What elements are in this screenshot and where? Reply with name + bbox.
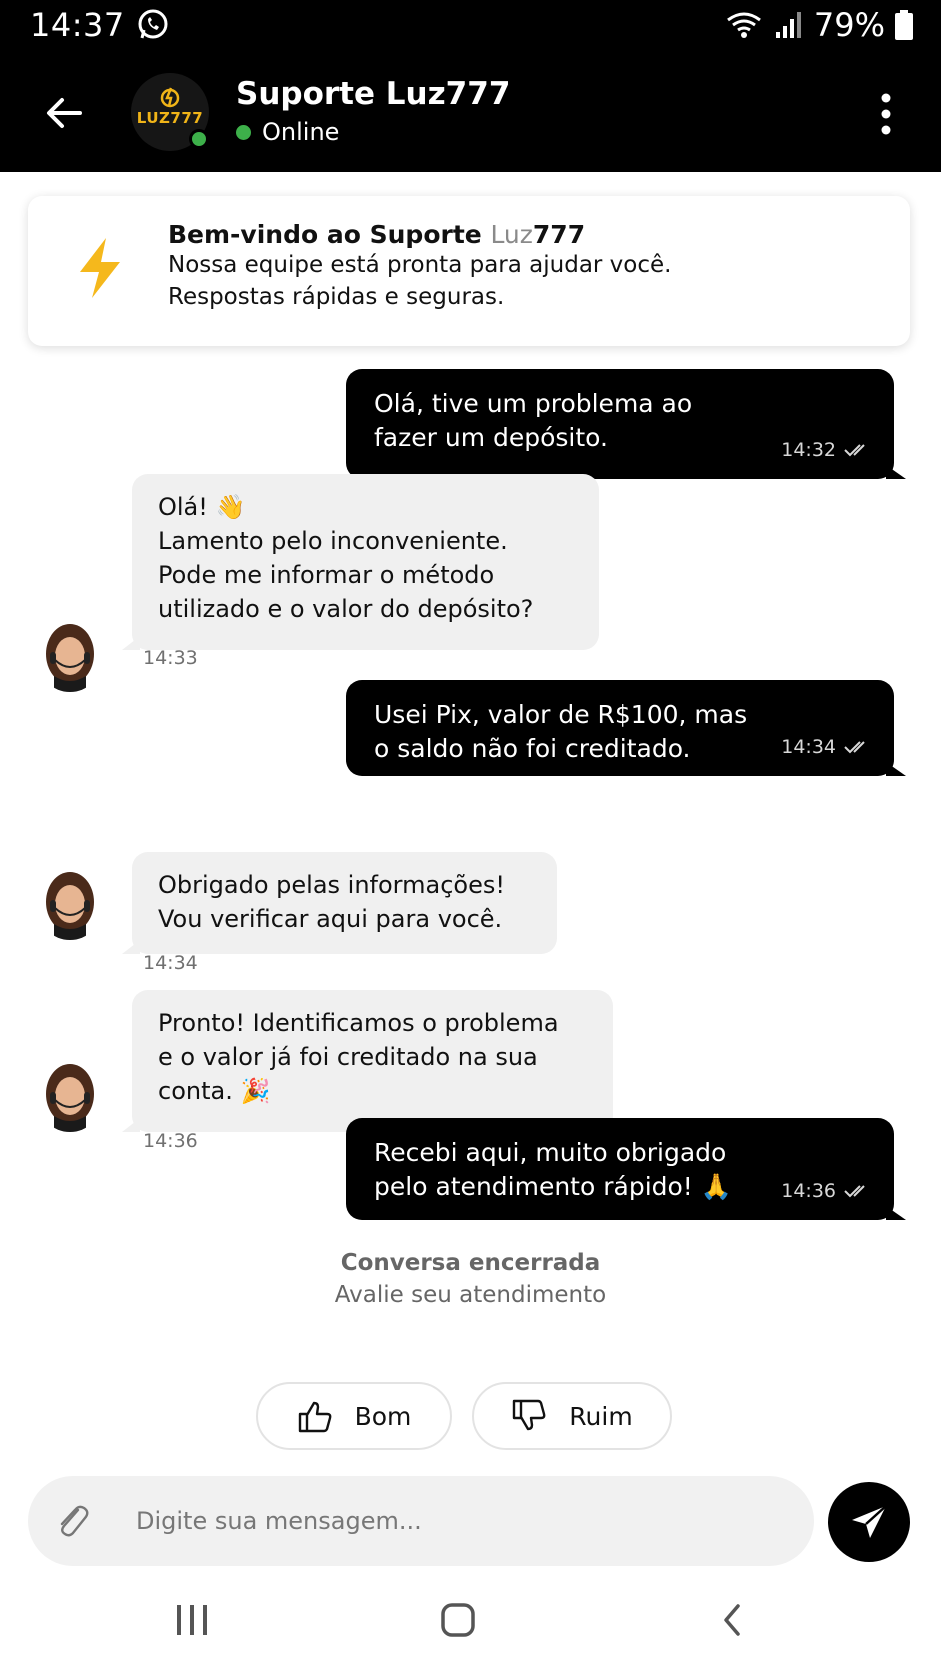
message-line: Vou verificar aqui para você. xyxy=(158,905,503,933)
message-meta: 14:32 xyxy=(781,433,870,467)
message-input[interactable] xyxy=(136,1476,776,1566)
presence-label: Online xyxy=(262,118,340,146)
chat-area[interactable]: Bem-vindo ao Suporte Luz777 Nossa equipe… xyxy=(0,172,941,1472)
message-time: 14:36 xyxy=(143,1130,198,1152)
message-time: 14:33 xyxy=(143,647,198,669)
message-time: 14:32 xyxy=(781,439,836,461)
send-icon xyxy=(852,1505,887,1538)
message-line: Olá, tive um problema ao xyxy=(374,389,693,418)
message-time: 14:34 xyxy=(143,952,198,974)
luz777-logo-icon xyxy=(160,87,180,108)
agent-face-icon xyxy=(38,616,102,692)
send-button[interactable] xyxy=(828,1482,910,1562)
agent-face-icon xyxy=(38,864,102,940)
message-line: Pode me informar o método xyxy=(158,561,495,589)
online-indicator xyxy=(189,129,209,149)
double-check-icon xyxy=(844,1185,865,1198)
support-avatar[interactable]: LUZ777 xyxy=(131,73,209,151)
message-line: conta. 🎉 xyxy=(158,1077,271,1105)
message-meta: 14:36 xyxy=(781,1174,870,1208)
lightning-bolt-icon xyxy=(80,238,120,298)
rate-good-label: Bom xyxy=(354,1401,412,1431)
conversation-closed-title: Conversa encerrada xyxy=(340,1250,601,1276)
thumbs-down-icon xyxy=(513,1399,546,1431)
message-time: 14:36 xyxy=(781,1180,836,1202)
back-arrow-icon[interactable] xyxy=(40,88,90,138)
recent-apps-icon[interactable] xyxy=(174,1602,210,1638)
double-check-icon xyxy=(844,741,865,754)
message-line: Obrigado pelas informações! xyxy=(158,871,505,899)
message-incoming[interactable]: Obrigado pelas informações! Vou verifica… xyxy=(122,852,557,954)
battery-percentage: 79% xyxy=(813,6,885,44)
thumbs-up-icon xyxy=(298,1401,331,1433)
agent-avatar xyxy=(38,1056,102,1132)
signal-icon xyxy=(775,12,801,38)
message-composer xyxy=(28,1476,814,1566)
agent-avatar xyxy=(38,616,102,692)
chat-header: LUZ777 Suporte Luz777 Online xyxy=(0,52,941,172)
status-indicators: 79% xyxy=(724,6,913,44)
paperclip-icon[interactable] xyxy=(54,1502,90,1540)
battery-icon xyxy=(895,10,913,40)
welcome-line-1: Nossa equipe está pronta para ajudar voc… xyxy=(168,252,672,278)
message-meta: 14:34 xyxy=(781,730,870,764)
welcome-line-2: Respostas rápidas e seguras. xyxy=(168,284,505,310)
logo-text: LUZ777 xyxy=(136,109,204,127)
message-line: e o valor já foi creditado na sua xyxy=(158,1043,538,1071)
wifi-icon xyxy=(726,12,761,38)
rate-good-button[interactable]: Bom xyxy=(256,1382,452,1450)
rate-bad-label: Ruim xyxy=(569,1401,633,1431)
message-outgoing[interactable]: Olá, tive um problema ao fazer um depósi… xyxy=(346,369,906,479)
double-check-icon xyxy=(844,444,865,457)
message-line: Recebi aqui, muito obrigado xyxy=(374,1138,727,1167)
message-incoming[interactable]: Olá! 👋 Lamento pelo inconveniente. Pode … xyxy=(122,474,599,650)
status-time: 14:37 xyxy=(30,6,125,44)
message-time: 14:34 xyxy=(781,736,836,758)
message-line: utilizado e o valor do depósito? xyxy=(158,595,534,623)
system-nav-bar xyxy=(0,1580,941,1672)
message-outgoing[interactable]: Recebi aqui, muito obrigado pelo atendim… xyxy=(346,1118,906,1220)
whatsapp-icon xyxy=(138,9,168,39)
message-line: Olá! 👋 xyxy=(158,493,246,521)
agent-avatar xyxy=(38,864,102,940)
message-outgoing[interactable]: Usei Pix, valor de R$100, mas o saldo nã… xyxy=(346,680,906,776)
online-dot-icon xyxy=(236,124,251,140)
rate-bad-button[interactable]: Ruim xyxy=(472,1382,672,1450)
more-options-icon[interactable] xyxy=(871,92,901,136)
rating-prompt: Avalie seu atendimento xyxy=(334,1282,607,1308)
nav-back-icon[interactable] xyxy=(718,1602,748,1638)
message-incoming[interactable]: Pronto! Identificamos o problema e o val… xyxy=(122,990,613,1132)
message-line: Usei Pix, valor de R$100, mas xyxy=(374,700,748,729)
chat-title: Suporte Luz777 xyxy=(236,76,511,112)
welcome-title: Bem-vindo ao Suporte Luz777 xyxy=(168,220,586,249)
message-line: Lamento pelo inconveniente. xyxy=(158,527,508,555)
message-line: Pronto! Identificamos o problema xyxy=(158,1009,559,1037)
home-icon[interactable] xyxy=(440,1602,476,1638)
welcome-card: Bem-vindo ao Suporte Luz777 Nossa equipe… xyxy=(28,196,910,346)
presence-status: Online xyxy=(236,118,339,146)
status-bar: 14:37 79% xyxy=(0,0,941,52)
agent-face-icon xyxy=(38,1056,102,1132)
